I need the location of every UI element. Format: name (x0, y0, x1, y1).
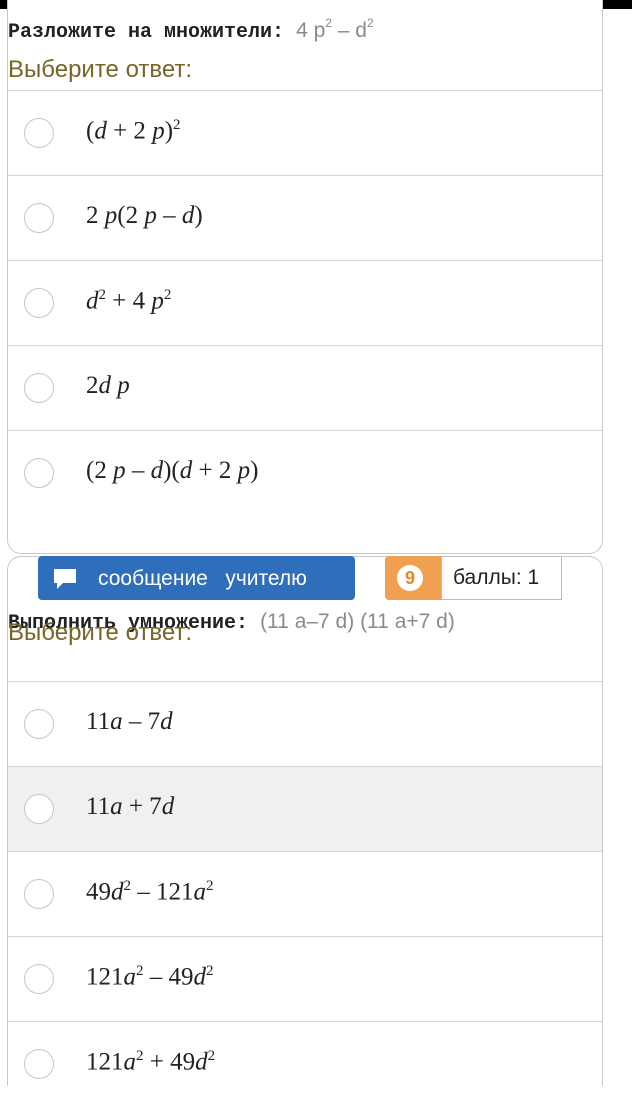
score-badge: 9 (385, 556, 441, 600)
answer-label: 121a2 – 49d2 (86, 963, 214, 991)
question-2-prompt: Выберите ответ: (8, 619, 193, 646)
message-teacher-label: сообщение учителю (98, 567, 307, 590)
answer-label: 121a2 + 49d2 (86, 1048, 216, 1076)
answer-option[interactable]: 2d p (8, 345, 602, 430)
answer-label: (d + 2 p)2 (86, 117, 181, 145)
radio-button[interactable] (24, 458, 54, 488)
radio-button[interactable] (24, 879, 54, 909)
score-badge-number: 9 (397, 565, 423, 591)
answer-option[interactable]: 49d2 – 121a2 (8, 851, 602, 936)
answer-option[interactable]: d2 + 4 p2 (8, 260, 602, 345)
answer-option[interactable]: 121a2 + 49d2 (8, 1021, 602, 1106)
answer-option[interactable]: 121a2 – 49d2 (8, 936, 602, 1021)
answer-label: 2d p (86, 372, 130, 399)
question-1-label: Разложите на множители: (8, 21, 285, 44)
radio-button[interactable] (24, 118, 54, 148)
answer-label: (2 p – d)(d + 2 p) (86, 457, 259, 484)
answer-option[interactable]: (d + 2 p)2 (8, 90, 602, 175)
score-label: баллы: 1 (441, 556, 562, 600)
speech-bubble-icon (54, 569, 76, 589)
answer-option[interactable]: 11a – 7d (8, 681, 602, 766)
radio-button[interactable] (24, 373, 54, 403)
question-1-prompt: Выберите ответ: (8, 56, 193, 83)
radio-button[interactable] (24, 964, 54, 994)
answer-label: 49d2 – 121a2 (86, 878, 214, 906)
radio-button[interactable] (24, 1049, 54, 1079)
radio-button[interactable] (24, 288, 54, 318)
answer-option[interactable]: 2 p(2 p – d) (8, 175, 602, 260)
question-2-expression: (11 a–7 d) (11 a+7 d) (260, 610, 455, 633)
answer-option[interactable]: (2 p – d)(d + 2 p) (8, 430, 602, 515)
answer-label: 11a – 7d (86, 708, 173, 735)
radio-button[interactable] (24, 709, 54, 739)
radio-button[interactable] (24, 203, 54, 233)
answer-label: d2 + 4 p2 (86, 287, 172, 315)
radio-button[interactable] (24, 794, 54, 824)
message-teacher-button[interactable]: сообщение учителю (38, 556, 355, 600)
answer-option[interactable]: 11a + 7d (8, 766, 602, 851)
question-1-text: Разложите на множители: 4 p2 – d2 (8, 16, 374, 44)
question-1-expression: 4 p2 – d2 (296, 16, 374, 42)
answer-label: 11a + 7d (86, 793, 175, 820)
answer-label: 2 p(2 p – d) (86, 202, 203, 229)
